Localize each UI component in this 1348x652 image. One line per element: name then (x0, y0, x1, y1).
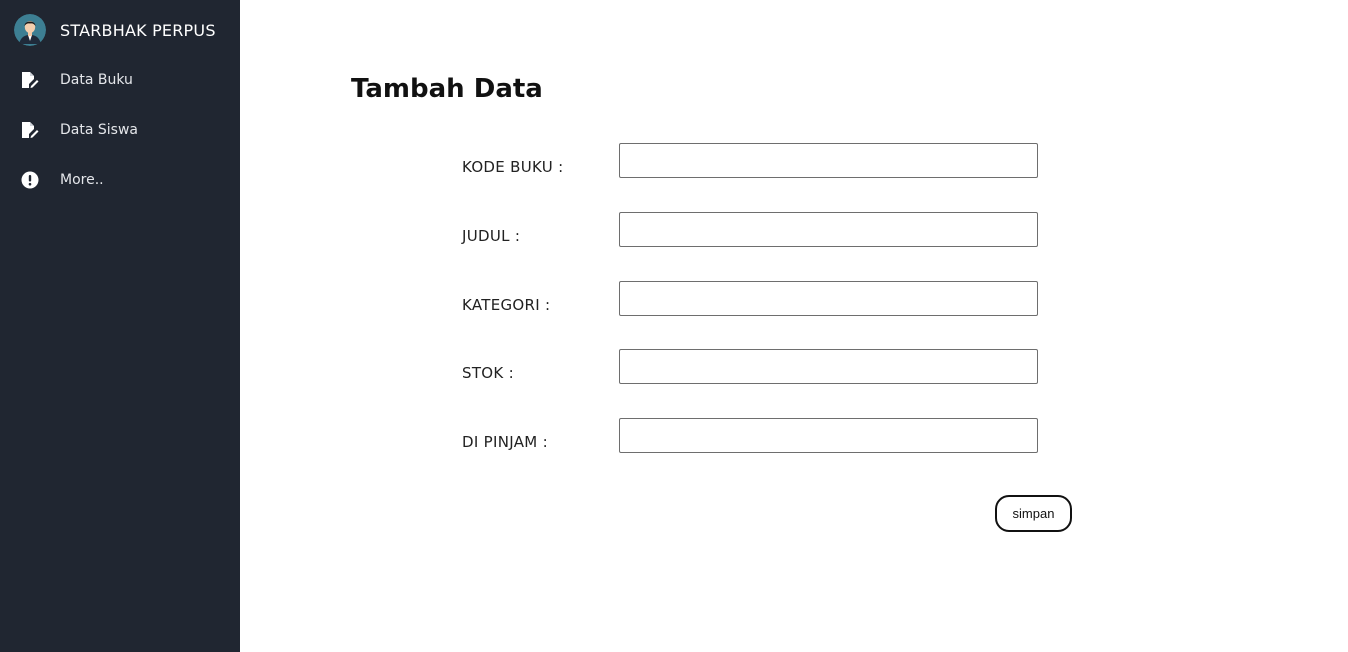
stok-input[interactable] (619, 349, 1038, 384)
stok-label: STOK : (462, 364, 514, 382)
di-pinjam-label: DI PINJAM : (462, 433, 548, 451)
kode-buku-input[interactable] (619, 143, 1038, 178)
sidebar-item-data-siswa[interactable]: Data Siswa (0, 113, 240, 147)
edit-document-icon (21, 71, 39, 89)
sidebar-item-more[interactable]: More.. (0, 163, 240, 197)
kategori-label: KATEGORI : (462, 296, 551, 314)
judul-label: JUDUL : (462, 227, 521, 245)
sidebar-item-data-buku[interactable]: Data Buku (0, 63, 240, 97)
save-button[interactable]: simpan (995, 495, 1072, 532)
sidebar-item-label: Data Buku (60, 72, 133, 88)
kategori-input[interactable] (619, 281, 1038, 316)
user-avatar-icon (14, 14, 46, 46)
kode-buku-label: KODE BUKU : (462, 158, 564, 176)
sidebar-item-label: More.. (60, 172, 104, 188)
edit-document-icon (21, 121, 39, 139)
judul-input[interactable] (619, 212, 1038, 247)
page-title: Tambah Data (351, 74, 543, 104)
exclamation-circle-icon (21, 171, 39, 189)
brand-title: STARBHAK PERPUS (60, 20, 216, 40)
brand[interactable]: STARBHAK PERPUS (14, 14, 216, 46)
sidebar: STARBHAK PERPUS Data Buku Data Siswa Mor… (0, 0, 240, 652)
sidebar-item-label: Data Siswa (60, 122, 138, 138)
di-pinjam-input[interactable] (619, 418, 1038, 453)
